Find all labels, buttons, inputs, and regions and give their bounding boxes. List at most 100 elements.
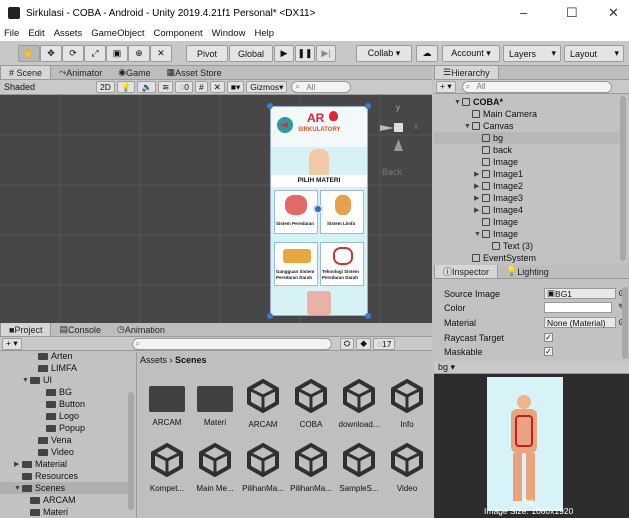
project-create-dropdown[interactable]: + ▾ <box>2 337 22 350</box>
effects-toggle-icon[interactable]: ≋ <box>158 81 174 93</box>
preview-dropdown[interactable]: bg ▾ <box>438 362 455 373</box>
folder-tree-item[interactable]: Popup <box>0 422 128 434</box>
maximize-button[interactable]: ☐ <box>566 5 578 21</box>
tools-toggle-icon[interactable]: ✕ <box>209 81 225 93</box>
folder-tree-item[interactable]: Logo <box>0 410 128 422</box>
hierarchy-item[interactable]: Image <box>434 216 619 228</box>
hierarchy-item[interactable]: Text (3) <box>434 240 619 252</box>
asset-item[interactable]: SampleS... <box>337 442 381 500</box>
close-button[interactable]: ✕ <box>608 5 619 21</box>
menu-assets[interactable]: Assets <box>54 28 83 39</box>
menu-file[interactable]: File <box>4 28 19 39</box>
folder-tree-item[interactable]: BG <box>0 386 128 398</box>
rect-handle-bl[interactable] <box>267 313 273 319</box>
play-button[interactable]: ▶ <box>274 45 294 62</box>
mode-2d-toggle[interactable]: 2D <box>96 81 115 93</box>
tab-inspector[interactable]: ⓘ Inspector <box>434 265 499 278</box>
maskable-checkbox[interactable]: ✓ <box>544 347 553 356</box>
tab-lighting[interactable]: 💡 Lighting <box>498 265 557 278</box>
pivot-toggle[interactable]: Pivot <box>186 45 228 62</box>
rotate-tool-button[interactable]: ⟳ <box>62 45 84 62</box>
menu-edit[interactable]: Edit <box>28 28 44 39</box>
tab-scene[interactable]: # Scene <box>0 66 52 79</box>
hierarchy-scrollbar[interactable] <box>620 96 626 261</box>
step-button[interactable]: ▶| <box>316 45 336 62</box>
asset-item[interactable]: PilihanMa... <box>241 442 285 500</box>
global-toggle[interactable]: Global <box>229 45 273 62</box>
hierarchy-item[interactable]: back <box>434 144 619 156</box>
menu-card-gangguan[interactable]: Gangguan Sistem Peredaran Darah <box>274 242 318 286</box>
menu-gameobject[interactable]: GameObject <box>91 28 144 39</box>
grid-toggle-icon[interactable]: # <box>194 81 208 93</box>
inspector-scrollbar[interactable] <box>622 287 628 359</box>
asset-item[interactable]: Info <box>385 378 429 436</box>
hierarchy-item[interactable]: ▶ Image3 <box>434 192 619 204</box>
hierarchy-item[interactable]: ▶ Image2 <box>434 180 619 192</box>
tab-project[interactable]: ■ Project <box>0 323 52 336</box>
scale-tool-button[interactable]: ⤢ <box>84 45 106 62</box>
audio-toggle-icon[interactable]: 🔈 <box>137 81 157 93</box>
expand-arrow-icon[interactable]: ▶ <box>474 170 482 178</box>
folder-tree-scrollbar[interactable] <box>128 392 134 510</box>
filter-label-icon[interactable]: ◆ <box>356 337 371 350</box>
hierarchy-item[interactable]: ▶ Image1 <box>434 168 619 180</box>
shading-mode-dropdown[interactable]: Shaded <box>4 82 84 92</box>
tab-game[interactable]: ◉ Game <box>110 66 158 79</box>
tab-asset-store[interactable]: ▦ Asset Store <box>159 66 230 79</box>
hierarchy-item[interactable]: ▼ Canvas <box>434 120 619 132</box>
rect-handle-tl[interactable] <box>267 103 273 109</box>
menu-card-peredaran[interactable]: Sistem Peredaran <box>274 190 318 234</box>
scene-search-input[interactable]: ⌕ All <box>291 81 352 93</box>
folder-tree-item[interactable]: Arten <box>0 352 128 362</box>
folder-tree-item[interactable]: ▶ Material <box>0 458 128 470</box>
camera-toggle-icon[interactable]: ■▾ <box>226 81 245 93</box>
canvas-preview[interactable]: AR SIRKULATORY PILIH MATERI Sistem Pered… <box>267 103 371 319</box>
gizmos-dropdown[interactable]: Gizmos ▾ <box>246 81 288 93</box>
folder-tree-item[interactable]: ▼ Scenes <box>0 482 128 494</box>
expand-arrow-icon[interactable]: ▼ <box>14 485 22 492</box>
breadcrumb-assets[interactable]: Assets <box>140 355 167 365</box>
material-field[interactable]: None (Material) <box>544 317 616 328</box>
asset-item[interactable]: COBA <box>289 378 333 436</box>
tab-animator[interactable]: ⤳ Animator <box>51 66 110 79</box>
asset-item[interactable]: Kompet... <box>145 442 189 500</box>
expand-arrow-icon[interactable]: ▶ <box>474 182 482 190</box>
color-swatch[interactable] <box>544 302 612 313</box>
pause-button[interactable]: ❚❚ <box>295 45 315 62</box>
custom-tool-button[interactable]: ✕ <box>150 45 172 62</box>
hierarchy-item[interactable]: EventSystem <box>434 252 619 264</box>
expand-arrow-icon[interactable]: ▶ <box>14 460 22 468</box>
hidden-packages-toggle[interactable]: ◌ 17 <box>372 337 396 350</box>
layout-dropdown[interactable]: Layout ▾ <box>564 45 624 62</box>
folder-tree-item[interactable]: Resources <box>0 470 128 482</box>
collab-dropdown[interactable]: Collab ▾ <box>356 45 412 62</box>
hierarchy-item[interactable]: Image <box>434 156 619 168</box>
layers-dropdown[interactable]: Layers ▾ <box>503 45 561 62</box>
account-dropdown[interactable]: Account ▾ <box>442 45 500 62</box>
expand-arrow-icon[interactable]: ▶ <box>474 194 482 202</box>
folder-tree-item[interactable]: ARCAM <box>0 494 128 506</box>
menu-help[interactable]: Help <box>254 28 274 39</box>
asset-item[interactable]: download... <box>337 378 381 436</box>
rect-handle-br[interactable] <box>365 313 371 319</box>
folder-tree-item[interactable]: Vena <box>0 434 128 446</box>
asset-item[interactable]: Video <box>385 442 429 500</box>
orientation-gizmo[interactable]: y x <box>380 103 420 153</box>
folder-tree-item[interactable]: LIMFA <box>0 362 128 374</box>
asset-item[interactable]: ARCAM <box>241 378 285 436</box>
asset-item[interactable]: PilihanMa... <box>289 442 333 500</box>
asset-item[interactable]: ARCAM <box>145 378 189 436</box>
menu-card-teknologi[interactable]: Teknologi Sistem Peredaran Darah <box>320 242 364 286</box>
menu-card-limfa[interactable]: Sistem Limfa <box>320 190 364 234</box>
folder-tree-item[interactable]: ▼ UI <box>0 374 128 386</box>
hierarchy-item[interactable]: ▼ Image <box>434 228 619 240</box>
minimize-button[interactable]: – <box>520 5 527 20</box>
lighting-toggle-icon[interactable]: 💡 <box>116 81 136 93</box>
folder-tree-item[interactable]: Video <box>0 446 128 458</box>
tab-console[interactable]: ▤ Console <box>51 323 109 336</box>
hierarchy-item[interactable]: ▶ Image4 <box>434 204 619 216</box>
tab-animation[interactable]: ◷ Animation <box>109 323 173 336</box>
menu-window[interactable]: Window <box>212 28 246 39</box>
expand-arrow-icon[interactable]: ▼ <box>22 377 30 384</box>
expand-arrow-icon[interactable]: ▼ <box>464 123 472 130</box>
